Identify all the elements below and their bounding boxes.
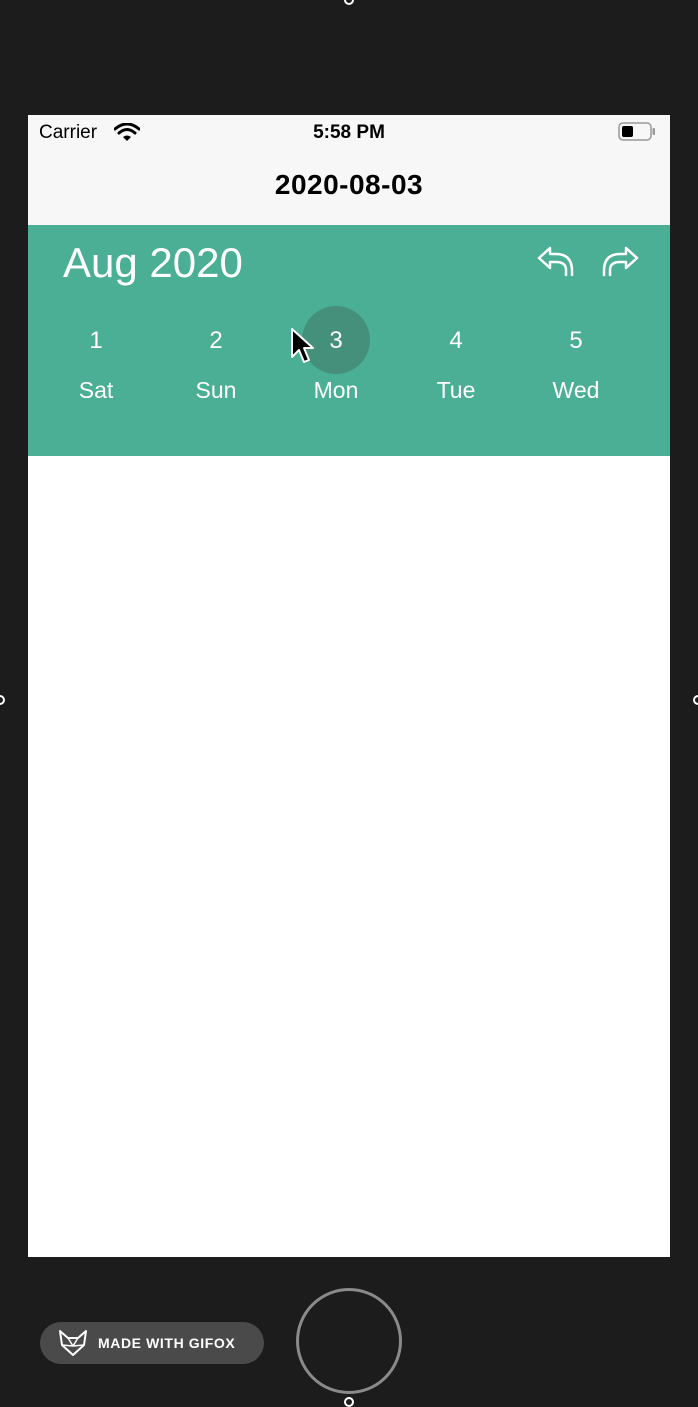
home-button[interactable] [296, 1288, 402, 1394]
day-name: Mon [313, 377, 359, 403]
day-name: Sat [78, 377, 114, 403]
day-number: 1 [89, 327, 103, 354]
content-area [28, 456, 670, 1257]
device-handle-right [693, 695, 698, 705]
fox-logo-icon [59, 1330, 87, 1356]
forward-arrow-icon[interactable] [596, 243, 640, 283]
day-name: Sun [195, 377, 237, 403]
mouse-cursor-icon [291, 328, 314, 363]
day-number: 4 [449, 327, 463, 354]
month-label: Aug 2020 [63, 239, 243, 286]
day-cell-2[interactable]: 2 Sun [156, 315, 276, 435]
day-number: 5 [569, 327, 583, 354]
navigation-bar: 2020-08-03 [28, 149, 670, 226]
device-handle-left [0, 695, 5, 705]
day-name: Wed [552, 377, 600, 403]
calendar-header: Aug 2020 1 Sat 2 Sun 3 Mon 4 Tue 5 Wed [28, 225, 670, 456]
app-screen: Carrier 5:58 PM 2020-08-03 Aug 2020 1 Sa… [28, 115, 670, 1257]
day-cell-1[interactable]: 1 Sat [36, 315, 156, 435]
gifox-label: MADE WITH GIFOX [98, 1335, 236, 1351]
day-cell-5[interactable]: 5 Wed [516, 315, 636, 435]
battery-icon [618, 122, 655, 141]
device-handle-top [344, 0, 354, 5]
day-name: Tue [436, 377, 476, 403]
nav-title: 2020-08-03 [274, 169, 424, 200]
gifox-watermark: MADE WITH GIFOX [40, 1322, 264, 1364]
reply-arrow-icon[interactable] [536, 243, 580, 283]
status-bar: Carrier 5:58 PM [28, 115, 670, 149]
day-number: 2 [209, 327, 223, 354]
status-time: 5:58 PM [313, 122, 385, 143]
device-handle-bottom [344, 1397, 354, 1407]
day-cell-4[interactable]: 4 Tue [396, 315, 516, 435]
